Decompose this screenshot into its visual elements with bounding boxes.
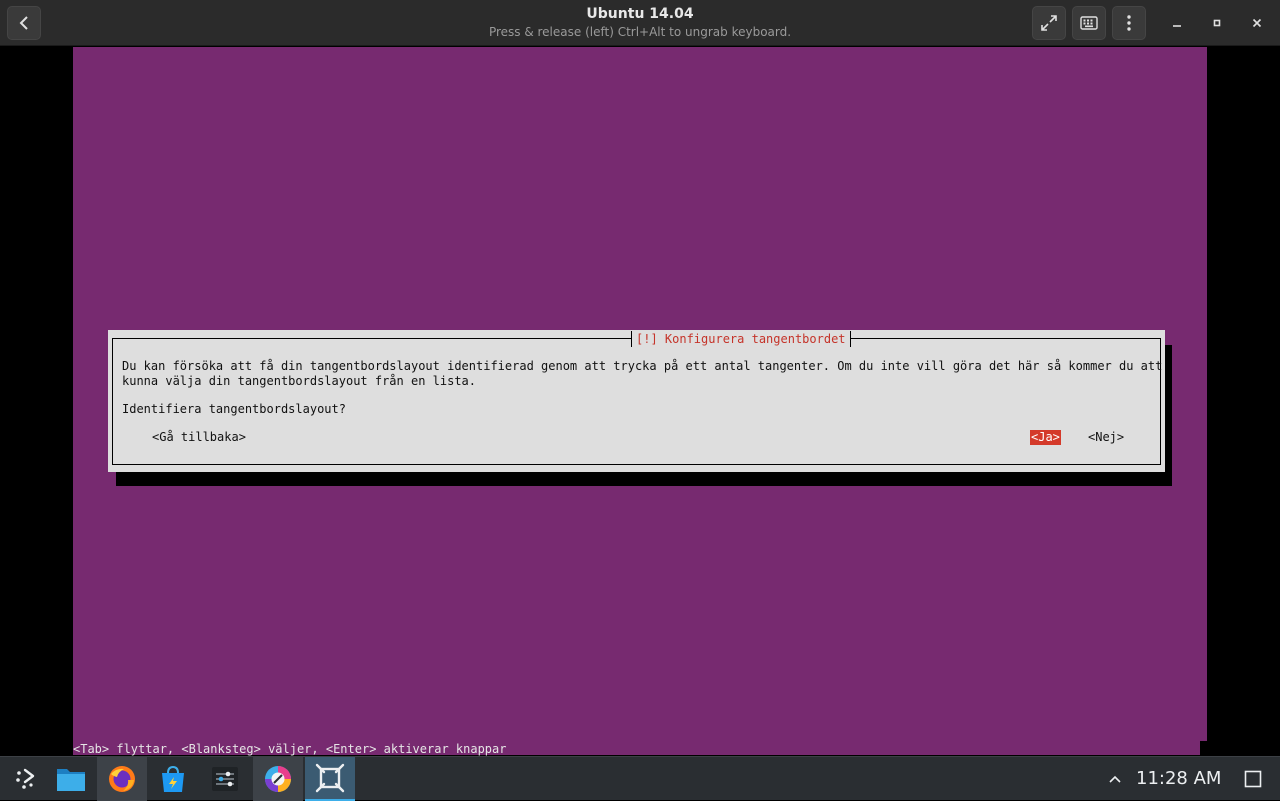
show-desktop-button[interactable] (1244, 770, 1262, 788)
back-button[interactable] (7, 6, 41, 40)
no-button[interactable]: <Nej> (1088, 430, 1124, 445)
close-icon (1252, 18, 1262, 28)
dialog-body-line-2: kunna välja din tangentbordslayout från … (122, 373, 477, 388)
dialog-title: [!] Konfigurera tangentbordet (631, 331, 851, 347)
menu-button[interactable] (1112, 6, 1146, 40)
application-launcher-icon (16, 768, 35, 789)
window-subtitle: Press & release (left) Ctrl+Alt to ungra… (488, 25, 792, 39)
taskbar-virtual-machine[interactable] (305, 757, 355, 801)
close-button[interactable] (1246, 12, 1268, 34)
system-tray-expand[interactable] (1106, 770, 1124, 788)
keyboard-button[interactable] (1072, 6, 1106, 40)
window-title: Ubuntu 14.04 (586, 6, 694, 22)
taskbar-software-store[interactable] (148, 757, 198, 801)
software-store-icon (162, 765, 184, 792)
dialog-question: Identifiera tangentbordslayout? (122, 402, 346, 416)
keyboard-icon (1080, 16, 1098, 30)
dialog-body-line-1: Du kan försöka att få din tangentbordsla… (122, 359, 1163, 373)
taskbar-krita[interactable] (253, 757, 303, 801)
krita-icon (265, 766, 291, 792)
kebab-menu-icon (1127, 15, 1131, 31)
yes-button[interactable]: <Ja> (1030, 430, 1061, 445)
dialog-body: Du kan försöka att få din tangentbordsla… (122, 359, 1162, 388)
taskbar-settings[interactable] (200, 757, 250, 801)
chevron-up-icon (1109, 775, 1121, 783)
maximize-button[interactable] (1206, 12, 1228, 34)
show-desktop-icon (1244, 770, 1262, 788)
fullscreen-button[interactable] (1032, 6, 1066, 40)
maximize-icon (1213, 19, 1221, 27)
taskbar-file-manager[interactable] (46, 757, 96, 801)
keyboard-hint: <Tab> flyttar, <Blanksteg> väljer, <Ente… (73, 742, 507, 756)
taskbar-firefox[interactable] (97, 757, 147, 801)
window-titlebar: Ubuntu 14.04 Press & release (left) Ctrl… (0, 0, 1280, 46)
file-manager-icon (57, 769, 85, 791)
taskbar-clock[interactable]: 11:28 AM (1136, 768, 1221, 790)
application-launcher[interactable] (0, 757, 50, 801)
minimize-icon (1173, 25, 1181, 27)
virtual-machine-icon (315, 763, 345, 793)
go-back-button[interactable]: <Gå tillbaka> (152, 430, 246, 445)
firefox-icon (109, 766, 135, 792)
window-title-area: Ubuntu 14.04 Press & release (left) Ctrl… (340, 6, 940, 40)
keyboard-config-dialog: [!] Konfigurera tangentbordet (108, 330, 1165, 472)
taskbar: 11:28 AM (0, 756, 1280, 801)
chevron-left-icon (19, 16, 28, 30)
vm-display-edge (1200, 741, 1207, 755)
minimize-button[interactable] (1166, 12, 1188, 34)
fullscreen-icon (1041, 15, 1057, 31)
settings-icon (212, 767, 238, 791)
